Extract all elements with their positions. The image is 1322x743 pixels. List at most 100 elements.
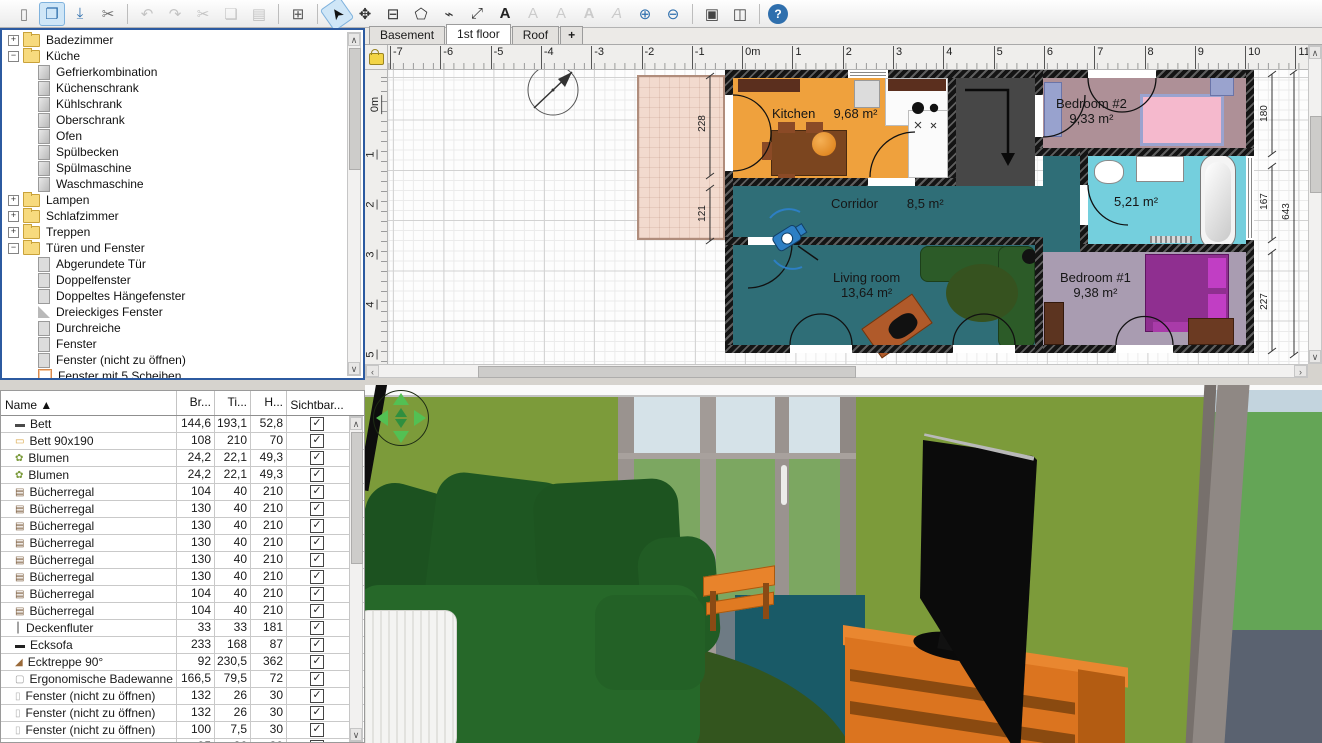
visible-checkbox[interactable]: ✓: [310, 604, 324, 618]
furniture-row[interactable]: ▤Bücherregal10440210✓: [1, 603, 364, 620]
catalog-item[interactable]: Spülmaschine: [2, 160, 363, 176]
catalog-item[interactable]: Oberschrank: [2, 112, 363, 128]
select-tool-button[interactable]: ➤: [320, 0, 355, 31]
furniture-row[interactable]: ◢Ecktreppe 90°92230,5362✓: [1, 654, 364, 671]
scroll-down-icon[interactable]: ∨: [348, 362, 360, 375]
catalog-item[interactable]: −Türen und Fenster: [2, 240, 363, 256]
furniture-row[interactable]: ▭Bett 90x19010821070✓: [1, 433, 364, 450]
plan-horizontal-scrollbar[interactable]: ‹ ›: [365, 364, 1308, 378]
column-header-h[interactable]: H...: [251, 391, 287, 415]
scrollbar-thumb[interactable]: [1310, 116, 1322, 193]
catalog-scrollbar[interactable]: ∧ ∨: [347, 32, 361, 376]
new-home-button[interactable]: ▯: [11, 2, 37, 26]
save-home-button[interactable]: ⤓: [67, 2, 93, 26]
furniture-row[interactable]: ▤Bücherregal10440210✓: [1, 484, 364, 501]
undo-button[interactable]: ↶: [134, 2, 160, 26]
nav-up-icon[interactable]: [393, 393, 409, 405]
tab-basement[interactable]: Basement: [369, 26, 445, 44]
catalog-item[interactable]: Küchenschrank: [2, 80, 363, 96]
scrollbar-thumb[interactable]: [478, 366, 856, 378]
column-header-ti[interactable]: Ti...: [215, 391, 251, 415]
visible-checkbox[interactable]: ✓: [310, 689, 324, 703]
visible-checkbox[interactable]: ✓: [310, 706, 324, 720]
scroll-right-icon[interactable]: ›: [1294, 365, 1307, 377]
collapse-icon[interactable]: −: [8, 51, 19, 62]
tab-1st-floor[interactable]: 1st floor: [446, 24, 511, 44]
catalog-item[interactable]: Gefrierkombination: [2, 64, 363, 80]
visible-checkbox[interactable]: ✓: [310, 468, 324, 482]
create-rooms-button[interactable]: ⬠: [408, 2, 434, 26]
catalog-item[interactable]: Doppelfenster: [2, 272, 363, 288]
furniture-row[interactable]: ✿Blumen24,222,149,3✓: [1, 450, 364, 467]
copy-button[interactable]: ❏: [218, 2, 244, 26]
visible-checkbox[interactable]: ✓: [310, 519, 324, 533]
furniture-row[interactable]: ▯Fenster (nicht zu öffnen)952630✓: [1, 739, 364, 743]
catalog-item[interactable]: −Küche: [2, 48, 363, 64]
furniture-row[interactable]: ▢Ergonomische Badewanne166,579,572✓: [1, 671, 364, 688]
furniture-row[interactable]: ▤Bücherregal13040210✓: [1, 569, 364, 586]
add-furniture-button[interactable]: ⊞: [285, 2, 311, 26]
increase-text-size-button[interactable]: A: [548, 2, 574, 26]
catalog-item[interactable]: +Treppen: [2, 224, 363, 240]
visible-checkbox[interactable]: ✓: [310, 638, 324, 652]
open-home-button[interactable]: ❐: [39, 2, 65, 26]
scrollbar-thumb[interactable]: [349, 48, 361, 170]
catalog-item[interactable]: Durchreiche: [2, 320, 363, 336]
furniture-row[interactable]: ▯Fenster (nicht zu öffnen)1322630✓: [1, 688, 364, 705]
nav-tilt-up-icon[interactable]: [395, 408, 407, 417]
furniture-row[interactable]: ▤Bücherregal13040210✓: [1, 552, 364, 569]
expand-icon[interactable]: +: [8, 195, 19, 206]
catalog-item[interactable]: Abgerundete Tür: [2, 256, 363, 272]
furniture-row[interactable]: ▯Fenster (nicht zu öffnen)1322630✓: [1, 705, 364, 722]
view-3d[interactable]: [365, 385, 1322, 743]
furniture-scrollbar[interactable]: ∧ ∨: [349, 416, 363, 742]
nav-tilt-down-icon[interactable]: [395, 419, 407, 428]
toggle-bold-button[interactable]: A: [576, 2, 602, 26]
furniture-row[interactable]: ✿Blumen24,222,149,3✓: [1, 467, 364, 484]
nav-left-icon[interactable]: [376, 410, 388, 426]
catalog-item[interactable]: Spülbecken: [2, 144, 363, 160]
furniture-row[interactable]: ▤Bücherregal13040210✓: [1, 501, 364, 518]
collapse-icon[interactable]: −: [8, 243, 19, 254]
catalog-item[interactable]: Fenster: [2, 336, 363, 352]
zoom-out-button[interactable]: ⊖: [660, 2, 686, 26]
create-polylines-button[interactable]: ⌁: [436, 2, 462, 26]
redo-button[interactable]: ↷: [162, 2, 188, 26]
visible-checkbox[interactable]: ✓: [310, 655, 324, 669]
visible-checkbox[interactable]: ✓: [310, 502, 324, 516]
furniture-row[interactable]: ▤Bücherregal13040210✓: [1, 518, 364, 535]
expand-icon[interactable]: +: [8, 211, 19, 222]
column-header-sichtbar[interactable]: Sichtbar...: [287, 391, 347, 415]
catalog-item[interactable]: Fenster (nicht zu öffnen): [2, 352, 363, 368]
add-text-button[interactable]: A: [492, 2, 518, 26]
catalog-item[interactable]: +Badezimmer: [2, 32, 363, 48]
create-walls-button[interactable]: ⊟: [380, 2, 406, 26]
expand-icon[interactable]: +: [8, 227, 19, 238]
scroll-down-icon[interactable]: ∨: [350, 728, 362, 741]
preferences-button[interactable]: ✂: [95, 2, 121, 26]
visible-checkbox[interactable]: ✓: [310, 451, 324, 465]
plan-vertical-scrollbar[interactable]: ∧ ∨: [1308, 45, 1322, 364]
scroll-up-icon[interactable]: ∧: [1309, 46, 1321, 59]
create-dimensions-button[interactable]: ⤢: [464, 2, 490, 26]
expand-icon[interactable]: +: [8, 35, 19, 46]
visible-checkbox[interactable]: ✓: [310, 434, 324, 448]
help-button[interactable]: ?: [768, 4, 788, 24]
floor-plan-canvas[interactable]: Kitchen 9,68 m² Corridor 8,5 m² Living r…: [388, 70, 1308, 364]
furniture-row[interactable]: ▬Ecksofa23316887✓: [1, 637, 364, 654]
catalog-item[interactable]: Dreieckiges Fenster: [2, 304, 363, 320]
paste-button[interactable]: ▤: [246, 2, 272, 26]
visible-checkbox[interactable]: ✓: [310, 553, 324, 567]
scroll-up-icon[interactable]: ∧: [350, 417, 362, 430]
sofa-seat[interactable]: [595, 595, 705, 690]
column-header-name[interactable]: Name ▲: [1, 391, 177, 415]
furniture-row[interactable]: ▤Bücherregal13040210✓: [1, 535, 364, 552]
tab-roof[interactable]: Roof: [512, 26, 559, 44]
toggle-italic-button[interactable]: A: [604, 2, 630, 26]
scroll-up-icon[interactable]: ∧: [348, 33, 360, 46]
nav-right-icon[interactable]: [414, 410, 426, 426]
catalog-item[interactable]: Ofen: [2, 128, 363, 144]
visible-checkbox[interactable]: ✓: [310, 485, 324, 499]
nav-down-icon[interactable]: [393, 431, 409, 443]
furniture-row[interactable]: ▬Bett144,6193,152,8✓: [1, 416, 364, 433]
